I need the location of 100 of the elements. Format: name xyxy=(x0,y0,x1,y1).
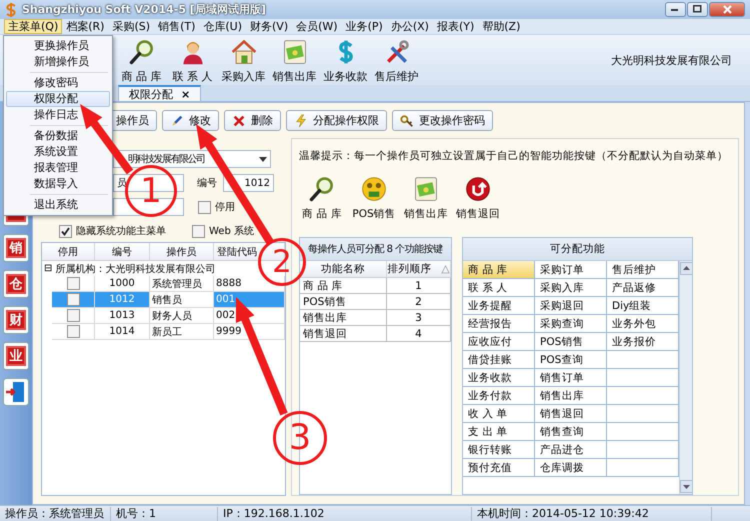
function-cell[interactable]: 销售出库 xyxy=(535,387,607,405)
toolbar-button[interactable]: 联 系 人 xyxy=(167,36,218,84)
function-cell[interactable]: 收 入 单 xyxy=(463,405,535,423)
step-number-callout: 1 xyxy=(125,165,177,217)
status-text: 操作员：系统管理员 xyxy=(0,506,111,520)
column-header[interactable]: 功能名称 xyxy=(300,261,387,277)
function-cell[interactable]: 业务提醒 xyxy=(463,297,535,315)
menu-item[interactable]: 权限分配 xyxy=(6,91,110,107)
function-cell[interactable]: POS销售 xyxy=(535,333,607,351)
menu-item[interactable]: 报表管理 xyxy=(6,160,110,176)
menu-item[interactable]: 主菜单(Q) xyxy=(4,19,62,34)
menu-item[interactable]: 业务(P) xyxy=(342,19,387,34)
sidebar-button[interactable]: 销 xyxy=(3,234,29,262)
menu-item[interactable]: 退出系统 xyxy=(6,197,110,213)
function-cell[interactable]: 销售退回 xyxy=(535,405,607,423)
function-cell[interactable]: 采购入库 xyxy=(535,279,607,297)
panel-title: 每操作人员可分配 8 个功能按键 xyxy=(300,238,451,261)
menu-item[interactable]: 仓库(U) xyxy=(199,19,246,34)
table-cell: 4 xyxy=(387,326,451,342)
column-header[interactable]: 停用 xyxy=(42,243,95,260)
menu-item[interactable]: 销售(T) xyxy=(154,19,200,34)
toolbar-button[interactable]: 售后维护 xyxy=(371,36,422,84)
toolbar-button[interactable]: 业务收款 xyxy=(320,36,371,84)
function-cell[interactable]: POS查询 xyxy=(535,351,607,369)
function-cell[interactable]: 支 出 单 xyxy=(463,423,535,441)
status-text: 本机时间：2014-05-12 10:39:42 xyxy=(472,506,712,520)
menu-item[interactable]: 办公(X) xyxy=(386,19,433,34)
table-cell: POS销售 xyxy=(300,294,387,310)
panel-title: 可分配功能 xyxy=(463,238,692,261)
sidebar-button[interactable]: 仓 xyxy=(3,270,29,298)
sidebar-button[interactable]: 财 xyxy=(3,306,29,334)
action-button[interactable]: 分配操作权限 xyxy=(286,110,387,131)
table-cell: 2 xyxy=(387,294,451,310)
checkbox-label: 停用 xyxy=(215,201,235,214)
function-cell[interactable]: 借贷挂账 xyxy=(463,351,535,369)
table-cell: 1012 xyxy=(95,292,150,308)
company-name: 大光明科技发展有限公司 xyxy=(611,52,732,68)
function-cell[interactable]: 经营报告 xyxy=(463,315,535,333)
table-cell: 销售员 xyxy=(150,292,214,308)
sidebar-button[interactable]: 业 xyxy=(3,342,29,370)
function-cell[interactable]: 业务收款 xyxy=(463,369,535,387)
table-cell: 1013 xyxy=(95,308,150,324)
menu-item[interactable]: 数据导入 xyxy=(6,176,110,192)
toolbar-button[interactable]: 商 品 库 xyxy=(116,36,167,84)
status-text: 机号：1 xyxy=(111,506,218,520)
shortcut-button[interactable]: POS销售 xyxy=(351,175,397,227)
field-label: 编号 xyxy=(197,176,217,190)
function-cell[interactable]: 联 系 人 xyxy=(463,279,535,297)
function-cell[interactable]: 银行转账 xyxy=(463,441,535,459)
table-cell: 3 xyxy=(387,310,451,326)
status-text: IP：192.168.1.102 xyxy=(218,506,472,520)
action-button[interactable]: 修改 xyxy=(162,110,219,131)
shortcut-button[interactable]: 商 品 库 xyxy=(299,175,345,227)
menu-item[interactable]: 报表(Y) xyxy=(432,19,478,34)
toolbar-button[interactable]: 采购入库 xyxy=(218,36,269,84)
column-header[interactable]: 编号 xyxy=(95,243,150,260)
shortcut-button[interactable]: 销售出库 xyxy=(403,175,449,227)
function-cell[interactable]: 预付充值 xyxy=(463,459,535,477)
column-header[interactable]: 操作员 xyxy=(150,243,214,260)
function-cell[interactable]: 产品进仓 xyxy=(535,441,607,459)
table-cell: 新员工 xyxy=(150,324,214,340)
window-title: Shangzhiyou Soft V2014-5 [局域网试用版] xyxy=(22,2,267,17)
checkbox-label: Web 系统 xyxy=(209,224,254,238)
function-cell[interactable]: 销售查询 xyxy=(535,423,607,441)
toolbar-button[interactable]: 销售出库 xyxy=(269,36,320,84)
menu-item[interactable]: 帮助(Z) xyxy=(478,19,524,34)
menu-item[interactable]: 更换操作员 xyxy=(6,38,110,54)
menu-item[interactable]: 财务(V) xyxy=(246,19,292,34)
action-button[interactable]: 删除 xyxy=(224,110,281,131)
function-cell[interactable]: 仓库调拨 xyxy=(535,459,607,477)
tab[interactable]: 权限分配 × xyxy=(118,85,202,101)
column-header[interactable]: 排列顺序 △ xyxy=(387,261,451,277)
menu-item[interactable]: 备份数据 xyxy=(6,128,110,144)
table-cell: 销售退回 xyxy=(300,326,387,342)
table-cell: 1014 xyxy=(95,324,150,340)
table-cell: 1 xyxy=(387,278,451,294)
tip-text: 温馨提示：每一个操作员可独立设置属于自己的智能功能按键（不分配默认为自动菜单） xyxy=(299,149,729,163)
shortcut-button[interactable]: 销售退回 xyxy=(455,175,501,227)
menu-item[interactable]: 采购(S) xyxy=(108,19,154,34)
function-cell[interactable]: 采购退回 xyxy=(535,297,607,315)
menu-item[interactable]: 修改密码 xyxy=(6,75,110,91)
collapse-toggle[interactable]: ⊟ xyxy=(44,263,52,274)
menu-item[interactable]: 档案(R) xyxy=(62,19,108,34)
step-number-callout: 3 xyxy=(273,411,327,465)
function-cell[interactable]: 商 品 库 xyxy=(463,261,535,279)
menu-item[interactable]: 会员(W) xyxy=(292,19,342,34)
table-cell: 财务人员 xyxy=(150,308,214,324)
function-cell[interactable]: 采购查询 xyxy=(535,315,607,333)
function-cell[interactable]: 业务付款 xyxy=(463,387,535,405)
action-button[interactable]: 更改操作密码 xyxy=(392,110,493,131)
function-cell[interactable]: 采购订单 xyxy=(535,261,607,279)
table-cell: 001 xyxy=(214,292,285,308)
group-label: 所属机构：大光明科技发展有限公司 xyxy=(55,262,216,276)
table-cell: 销售出库 xyxy=(300,310,387,326)
function-cell[interactable]: 销售订单 xyxy=(535,369,607,387)
menu-item[interactable]: 新增操作员 xyxy=(6,54,110,70)
checkbox-label: 隐藏系统功能主菜单 xyxy=(76,224,166,238)
menu-item[interactable]: 系统设置 xyxy=(6,144,110,160)
function-cell[interactable]: 应收应付 xyxy=(463,333,535,351)
close-tab-button[interactable]: × xyxy=(181,88,190,100)
